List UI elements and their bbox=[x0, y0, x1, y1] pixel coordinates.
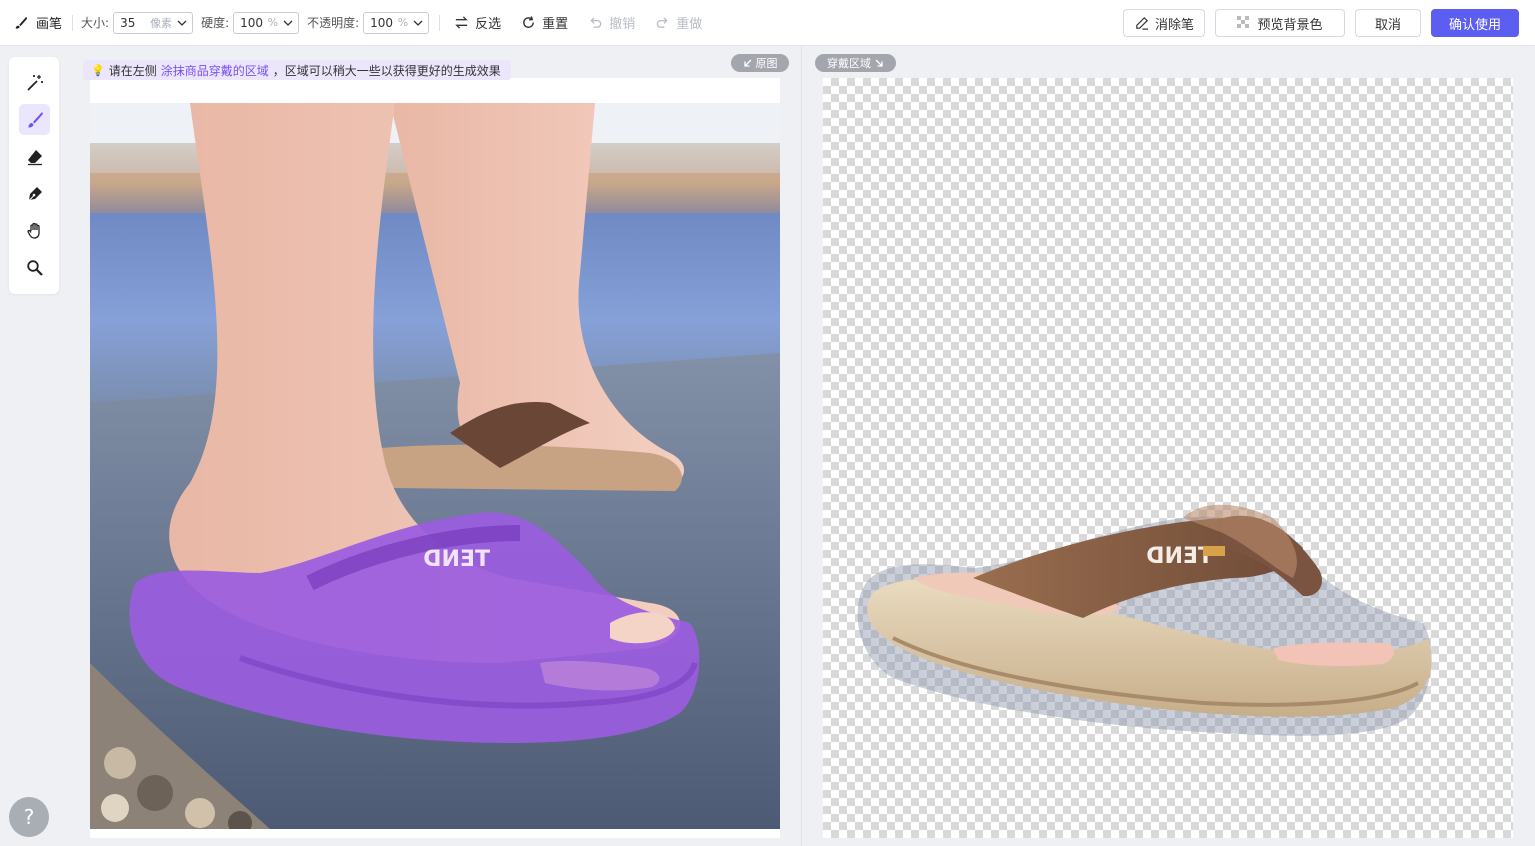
hand-icon bbox=[26, 222, 40, 239]
cancel-button[interactable]: 取消 bbox=[1355, 9, 1421, 37]
confirm-label: 确认使用 bbox=[1448, 17, 1501, 33]
product-photo: TEND bbox=[90, 103, 780, 829]
opacity-select[interactable]: 100 % bbox=[363, 11, 430, 34]
size-label: 大小: bbox=[81, 16, 110, 30]
pen-icon bbox=[27, 186, 42, 202]
invert-button[interactable]: 反选 bbox=[454, 13, 501, 32]
svg-text:TEND: TEND bbox=[1146, 544, 1213, 569]
hardness-value: 100 bbox=[240, 15, 264, 30]
eraser-pen-icon bbox=[1136, 16, 1149, 30]
divider bbox=[72, 14, 74, 31]
cancel-label: 取消 bbox=[1374, 17, 1401, 33]
swap-arrows-icon bbox=[455, 16, 468, 29]
opacity-unit: % bbox=[397, 16, 409, 29]
invert-label: 反选 bbox=[475, 17, 502, 32]
zoom-icon bbox=[26, 259, 43, 276]
arrow-down-right-icon bbox=[875, 59, 883, 67]
current-tool: 画笔 bbox=[14, 13, 62, 32]
wear-region-label: 穿戴区域 bbox=[827, 57, 871, 70]
cutout-preview: TEND bbox=[857, 504, 1432, 736]
size-select[interactable]: 35 像素 bbox=[113, 11, 194, 34]
redo-label: 重做 bbox=[676, 17, 703, 32]
reset-button[interactable]: 重置 bbox=[521, 13, 568, 32]
panel-divider bbox=[801, 46, 802, 846]
redo-icon bbox=[656, 17, 668, 28]
help-button[interactable]: ? bbox=[9, 797, 49, 837]
divider bbox=[439, 14, 441, 31]
chevron-down-icon bbox=[283, 20, 293, 26]
eraser-icon bbox=[27, 149, 42, 165]
hint-prefix: 请在左侧 bbox=[108, 63, 157, 78]
wear-region-canvas[interactable]: TEND bbox=[823, 78, 1513, 838]
undo-icon bbox=[590, 17, 602, 28]
eraser-pen-label: 消除笔 bbox=[1154, 17, 1194, 33]
tool-magic-wand[interactable] bbox=[19, 67, 50, 98]
lightbulb-icon: 💡 bbox=[91, 63, 105, 77]
redo-button[interactable]: 重做 bbox=[655, 13, 702, 32]
svg-text:TEND: TEND bbox=[423, 547, 490, 572]
wear-region-toggle[interactable]: 穿戴区域 bbox=[815, 54, 896, 72]
help-label: ? bbox=[23, 805, 35, 829]
original-label: 原图 bbox=[755, 57, 778, 70]
tool-hand[interactable] bbox=[19, 215, 50, 246]
magic-wand-icon bbox=[26, 74, 43, 91]
undo-button[interactable]: 撤销 bbox=[588, 13, 635, 32]
preview-background-label: 预览背景色 bbox=[1257, 17, 1323, 33]
top-toolbar: 画笔 大小: 35 像素 硬度: 100 % 不透明度: 100 % 反选 重置 bbox=[0, 0, 1535, 46]
undo-label: 撤销 bbox=[609, 17, 636, 32]
opacity-label: 不透明度: bbox=[307, 16, 360, 30]
checkerboard-icon bbox=[1237, 16, 1250, 28]
hardness-unit: % bbox=[267, 16, 279, 29]
tool-zoom[interactable] bbox=[19, 252, 50, 283]
reset-label: 重置 bbox=[542, 17, 569, 32]
tool-eraser[interactable] bbox=[19, 141, 50, 172]
size-value: 35 bbox=[120, 15, 136, 30]
original-toggle[interactable]: 原图 bbox=[731, 54, 789, 72]
original-canvas[interactable]: TEND bbox=[90, 78, 780, 838]
tool-pen[interactable] bbox=[19, 178, 50, 209]
hardness-label: 硬度: bbox=[201, 16, 230, 30]
tool-brush[interactable] bbox=[19, 104, 50, 135]
hint-suffix: ，区域可以稍大一些以获得更好的生成效果 bbox=[272, 63, 501, 78]
hint-highlight: 涂抹商品穿戴的区域 bbox=[160, 63, 269, 78]
chevron-down-icon bbox=[413, 20, 423, 26]
refresh-icon bbox=[523, 16, 535, 28]
brush-icon bbox=[28, 111, 43, 127]
brush-icon bbox=[15, 16, 28, 29]
confirm-button[interactable]: 确认使用 bbox=[1431, 9, 1519, 37]
hardness-select[interactable]: 100 % bbox=[233, 11, 300, 34]
hint-banner: 💡 请在左侧 涂抹商品穿戴的区域 ，区域可以稍大一些以获得更好的生成效果 bbox=[83, 60, 511, 80]
chevron-down-icon bbox=[177, 20, 187, 26]
eraser-pen-button[interactable]: 消除笔 bbox=[1123, 9, 1205, 37]
arrow-down-left-icon bbox=[743, 59, 751, 67]
size-unit: 像素 bbox=[150, 16, 173, 30]
opacity-value: 100 bbox=[370, 15, 394, 30]
preview-background-button[interactable]: 预览背景色 bbox=[1215, 9, 1345, 37]
tool-name: 画笔 bbox=[36, 17, 63, 32]
tool-rail bbox=[9, 57, 59, 294]
